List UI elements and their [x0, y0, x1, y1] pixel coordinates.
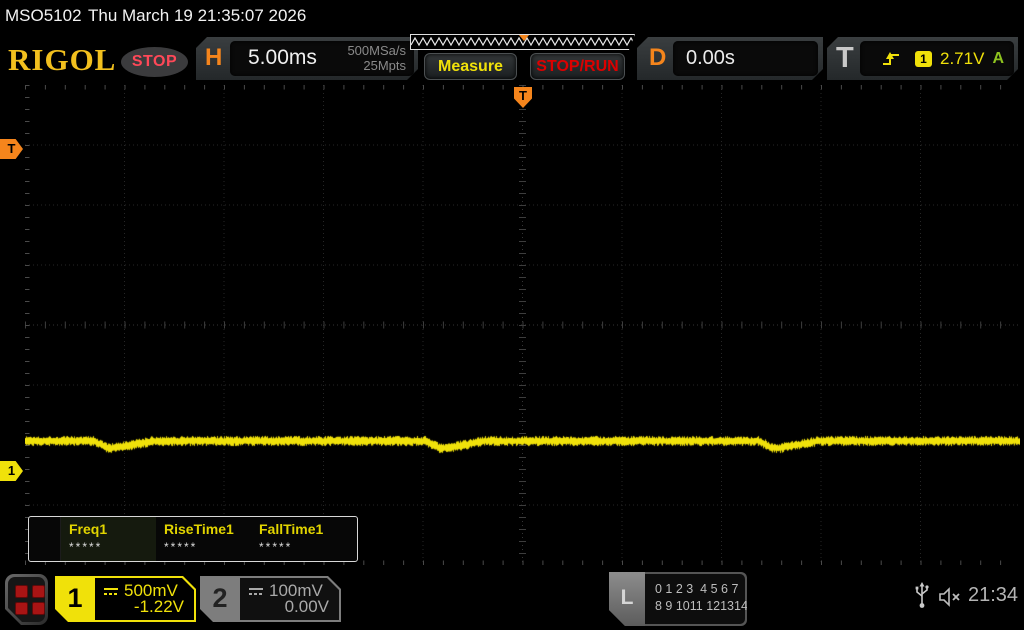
rigol-logo: RIGOL	[8, 42, 116, 78]
measurement-blank-cell	[29, 517, 61, 561]
measure-button[interactable]: Measure	[424, 53, 517, 80]
graticule	[25, 85, 1020, 565]
channel1-ground-marker[interactable]: 1	[0, 461, 23, 481]
trigger-level-marker[interactable]: T	[0, 139, 23, 159]
measurement-item-freq1[interactable]: Freq1 *****	[61, 517, 156, 561]
ch2-dc-coupling-icon	[248, 586, 264, 597]
timebase-value: 5.00ms	[248, 46, 317, 70]
measurement-item-falltime1[interactable]: FallTime1 *****	[251, 517, 346, 561]
trigger-label: T	[836, 42, 854, 75]
stop-run-button[interactable]: STOP/RUN	[530, 53, 625, 80]
horizontal-panel[interactable]: H 5.00ms 500MSa/s 25Mpts	[196, 37, 418, 80]
ch1-offset: -1.22V	[134, 597, 184, 617]
measurement-panel[interactable]: Freq1 ***** RiseTime1 ***** FallTime1 **…	[28, 516, 358, 562]
delay-panel[interactable]: D 0.00s	[637, 37, 823, 80]
title-bar: MSO5102 Thu March 19 21:35:07 2026	[0, 0, 1024, 32]
trigger-level-value: 2.71V	[940, 49, 984, 69]
oscilloscope-screen: MSO5102 Thu March 19 21:35:07 2026 RIGOL…	[0, 0, 1024, 630]
header-bar: RIGOL STOP H 5.00ms 500MSa/s 25Mpts Meas…	[0, 32, 1024, 85]
channel2-badge: 2	[200, 576, 240, 622]
delay-label: D	[649, 44, 666, 72]
memory-depth: 25Mpts	[347, 58, 406, 73]
channel2-block[interactable]: 2 100mV 0.00V	[200, 576, 341, 622]
clock: 21:34	[968, 584, 1018, 607]
model-label: MSO5102	[5, 6, 82, 26]
waveform-canvas	[25, 85, 1020, 565]
ch2-offset: 0.00V	[285, 597, 329, 617]
datetime-label: Thu March 19 21:35:07 2026	[88, 6, 306, 26]
speaker-muted-icon	[938, 587, 964, 607]
channel1-badge: 1	[55, 576, 95, 622]
measurement-item-risetime1[interactable]: RiseTime1 *****	[156, 517, 251, 561]
logic-badge: L	[609, 572, 645, 626]
logic-row2: 8 9 1011 12131415	[655, 598, 745, 615]
trigger-mode: A	[992, 50, 1004, 68]
usb-icon	[914, 582, 930, 610]
logic-row1: 0 1 2 3 4 5 6 7	[655, 581, 745, 598]
bottom-bar: 1 500mV -1.22V 2	[0, 570, 1024, 630]
run-state-badge: STOP	[121, 47, 188, 77]
trigger-source-badge: 1	[915, 51, 932, 67]
sample-rate-memdepth: 500MSa/s 25Mpts	[347, 43, 406, 73]
sample-rate: 500MSa/s	[347, 43, 406, 58]
preview-trigger-marker-icon[interactable]	[519, 35, 529, 41]
logic-channels-panel[interactable]: L 0 1 2 3 4 5 6 7 8 9 1011 12131415	[609, 572, 747, 626]
waveform-preview-strip[interactable]	[410, 34, 635, 50]
trigger-panel[interactable]: T 1 2.71V A	[827, 37, 1018, 80]
delay-value: 0.00s	[686, 47, 735, 70]
channel1-block[interactable]: 1 500mV -1.22V	[55, 576, 196, 622]
ch1-dc-coupling-icon	[103, 586, 119, 597]
menu-grid-icon[interactable]	[5, 574, 48, 625]
rising-edge-icon	[882, 51, 902, 67]
horizontal-label: H	[205, 44, 222, 72]
